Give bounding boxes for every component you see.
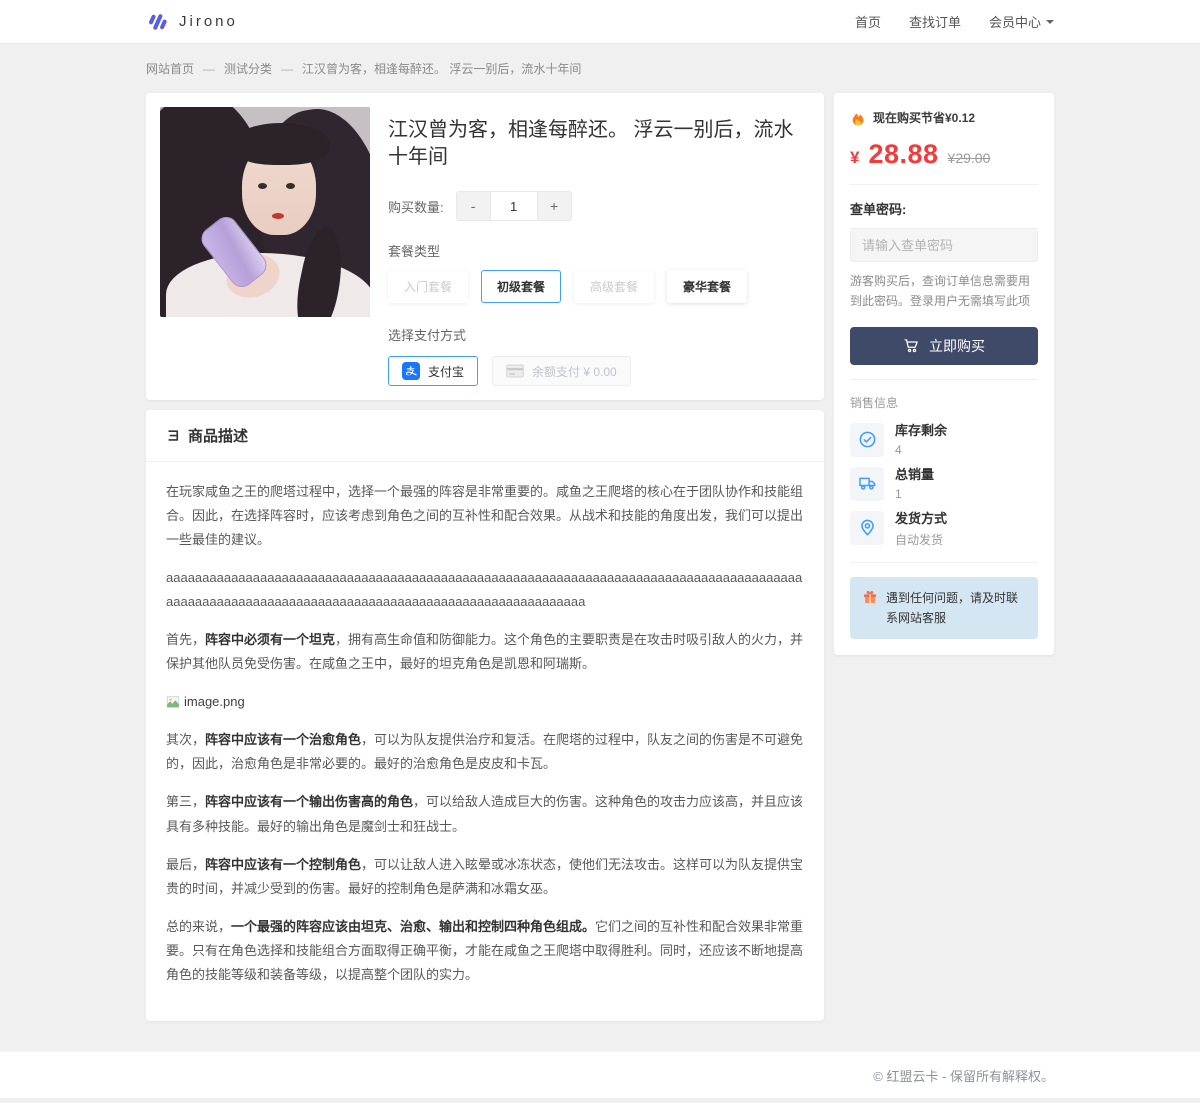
product-title: 江汉曾为客，相逢每醉还。 浮云一别后，流水十年间 — [388, 117, 810, 171]
alipay-icon — [402, 362, 420, 380]
breadcrumb-item-home[interactable]: 网站首页 — [146, 60, 194, 77]
buy-now-button[interactable]: 立即购买 — [850, 327, 1038, 365]
stat-label: 库存剩余 — [895, 423, 947, 440]
description-paragraph: 最后，阵容中应该有一个控制角色，可以让敌人进入眩晕或冰冻状态，使他们无法攻击。这… — [166, 853, 804, 901]
cart-icon — [903, 337, 920, 354]
wallet-icon — [506, 364, 524, 378]
package-button-3[interactable]: 豪华套餐 — [667, 270, 747, 303]
description-title: 商品描述 — [188, 425, 248, 446]
old-price: ¥29.00 — [948, 150, 991, 166]
location-pin-icon — [850, 511, 884, 545]
divider — [850, 562, 1038, 563]
package-options: 入门套餐初级套餐高级套餐豪华套餐 — [388, 270, 810, 303]
order-password-help: 游客购买后，查询订单信息需要用到此密码。登录用户无需填写此项 — [850, 271, 1038, 312]
broken-image-icon — [166, 695, 180, 709]
photo-eye — [286, 183, 295, 189]
nav-item-member-center[interactable]: 会员中心 — [989, 12, 1054, 31]
description-paragraph: 其次，阵容中应该有一个治愈角色，可以为队友提供治疗和复活。在爬塔的过程中，队友之… — [166, 728, 804, 776]
qty-input[interactable] — [491, 191, 537, 221]
description-paragraph: 总的来说，一个最强的阵容应该由坦克、治愈、输出和控制四种角色组成。它们之间的互补… — [166, 915, 804, 987]
buy-now-label: 立即购买 — [929, 336, 985, 356]
truck-icon — [850, 467, 884, 501]
stat-text: 库存剩余 4 — [895, 423, 947, 457]
savings-line: 现在购买节省¥0.12 — [850, 109, 1038, 126]
description-paragraph: 在玩家咸鱼之王的爬塔过程中，选择一个最强的阵容是非常重要的。咸鱼之王爬塔的核心在… — [166, 480, 804, 552]
photo-bangs — [232, 123, 330, 165]
stat-label: 发货方式 — [895, 511, 947, 528]
description-card: 商品描述 在玩家咸鱼之王的爬塔过程中，选择一个最强的阵容是非常重要的。咸鱼之王爬… — [146, 410, 824, 1021]
package-button-2[interactable]: 高级套餐 — [574, 270, 654, 303]
description-body: 在玩家咸鱼之王的爬塔过程中，选择一个最强的阵容是非常重要的。咸鱼之王爬塔的核心在… — [146, 462, 824, 1021]
stat-value: 4 — [895, 443, 947, 457]
photo-eye — [258, 183, 267, 189]
order-password-input[interactable] — [850, 228, 1038, 262]
chevron-down-icon — [1046, 20, 1054, 28]
stat-row-delivery: 发货方式自动发货 — [850, 511, 1038, 548]
quantity-label: 购买数量: — [388, 197, 444, 216]
stat-value: 1 — [895, 487, 934, 501]
savings-text: 现在购买节省¥0.12 — [873, 109, 975, 126]
payment-button-balance[interactable]: 余额支付 ¥ 0.00 — [492, 356, 631, 386]
payment-button-alipay[interactable]: 支付宝 — [388, 356, 478, 386]
top-header: Jirono 首页 查找订单 会员中心 — [0, 0, 1200, 44]
description-paragraph: 第三，阵容中应该有一个输出伤害高的角色，可以给敌人造成巨大的伤害。这种角色的攻击… — [166, 790, 804, 838]
check-circle-icon — [850, 423, 884, 457]
order-password-label: 查单密码: — [850, 199, 1038, 218]
fire-icon — [850, 110, 866, 126]
gift-icon — [862, 589, 878, 611]
qty-minus-button[interactable]: - — [456, 191, 491, 221]
stat-row-sold: 总销量 1 — [850, 467, 1038, 501]
stat-row-stock: 库存剩余 4 — [850, 423, 1038, 457]
breadcrumb-separator: — — [281, 62, 293, 76]
broken-image-alt: image.png — [184, 690, 245, 714]
brand[interactable]: Jirono — [146, 11, 238, 33]
package-button-1[interactable]: 初级套餐 — [481, 270, 561, 303]
nav-item-home[interactable]: 首页 — [855, 12, 881, 31]
breadcrumb: 网站首页 — 测试分类 — 江汉曾为客，相逢每醉还。 浮云一别后，流水十年间 — [146, 44, 1054, 93]
description-paragraph: aaaaaaaaaaaaaaaaaaaaaaaaaaaaaaaaaaaaaaaa… — [166, 566, 804, 614]
stat-value: 自动发货 — [895, 531, 947, 548]
purchase-card: 现在购买节省¥0.12 ¥ 28.88 ¥29.00 查单密码: 游客购买后，查… — [834, 93, 1054, 655]
product-image — [160, 107, 370, 317]
qty-plus-button[interactable]: + — [537, 191, 572, 221]
copyright-text: © 红盟云卡 - 保留所有解释权。 — [873, 1069, 1054, 1084]
payment-options: 支付宝 余额支付 ¥ 0.00 — [388, 356, 810, 386]
photo-lips — [272, 213, 284, 219]
top-nav: 首页 查找订单 会员中心 — [855, 12, 1054, 31]
description-icon — [166, 428, 181, 443]
divider — [850, 184, 1038, 185]
sales-stats: 库存剩余 4 总销量 1 发货方式自动发货 — [850, 423, 1038, 548]
package-button-0[interactable]: 入门套餐 — [388, 270, 468, 303]
price-currency: ¥ — [850, 148, 859, 168]
breadcrumb-item-current[interactable]: 江汉曾为客，相逢每醉还。 浮云一别后，流水十年间 — [302, 60, 581, 77]
description-paragraph: 首先，阵容中必须有一个坦克，拥有高生命值和防御能力。这个角色的主要职责是在攻击时… — [166, 628, 804, 676]
product-card: 江汉曾为客，相逢每醉还。 浮云一别后，流水十年间 购买数量: - + 套餐类型 … — [146, 93, 824, 400]
breadcrumb-item-category[interactable]: 测试分类 — [224, 60, 272, 77]
support-notice-text: 遇到任何问题，请及时联系网站客服 — [886, 588, 1026, 629]
page-footer: © 红盟云卡 - 保留所有解释权。 — [0, 1051, 1200, 1098]
support-notice: 遇到任何问题，请及时联系网站客服 — [850, 577, 1038, 640]
broken-image-placeholder: image.png — [166, 690, 804, 714]
divider — [850, 379, 1038, 380]
package-type-label: 套餐类型 — [388, 241, 810, 260]
stat-label: 总销量 — [895, 467, 934, 484]
payment-label: 余额支付 ¥ 0.00 — [532, 363, 617, 380]
payment-label: 支付宝 — [428, 363, 464, 380]
nav-item-find-order[interactable]: 查找订单 — [909, 12, 961, 31]
stat-text: 发货方式自动发货 — [895, 511, 947, 548]
main-content: 江汉曾为客，相逢每醉还。 浮云一别后，流水十年间 购买数量: - + 套餐类型 … — [146, 93, 1054, 1021]
brand-logo-icon — [146, 11, 170, 33]
payment-method-label: 选择支付方式 — [388, 325, 810, 344]
price-row: ¥ 28.88 ¥29.00 — [850, 139, 1038, 170]
breadcrumb-separator: — — [203, 62, 215, 76]
brand-name: Jirono — [179, 13, 238, 30]
stat-text: 总销量 1 — [895, 467, 934, 501]
price-amount: 28.88 — [868, 139, 938, 170]
quantity-stepper: - + — [456, 191, 572, 221]
sales-info-title: 销售信息 — [850, 394, 1038, 411]
